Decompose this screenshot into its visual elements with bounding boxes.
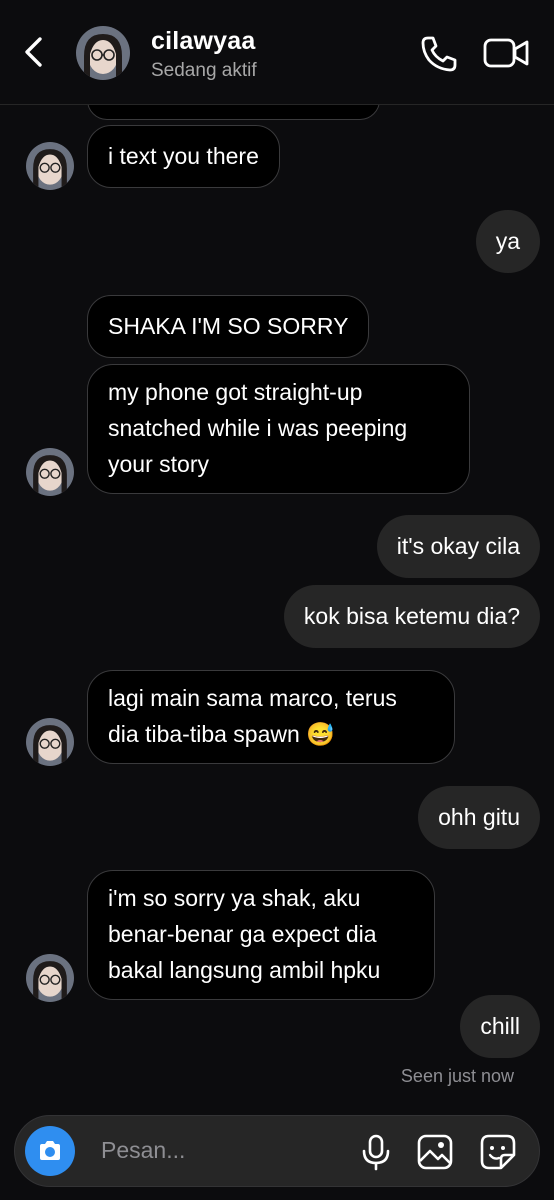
sender-avatar[interactable] bbox=[26, 718, 74, 766]
message-composer: Pesan... bbox=[14, 1115, 540, 1187]
message-line: i'm so sorry ya shak, aku bbox=[108, 885, 361, 911]
message-line: bakal langsung ambil hpku bbox=[108, 957, 381, 983]
contact-name[interactable]: cilawyaa bbox=[151, 27, 255, 56]
incoming-message[interactable]: lagi main sama marco, terus dia tiba-tib… bbox=[87, 670, 455, 764]
gallery-icon[interactable] bbox=[416, 1133, 454, 1171]
message-line: benar-benar ga expect dia bbox=[108, 921, 377, 947]
outgoing-message[interactable]: chill bbox=[460, 995, 540, 1058]
outgoing-message[interactable]: it's okay cila bbox=[376, 515, 540, 578]
incoming-message[interactable]: my phone got straight-up snatched while … bbox=[87, 364, 470, 494]
outgoing-message[interactable]: ohh gitu bbox=[418, 786, 540, 849]
chat-header: cilawyaa Sedang aktif bbox=[0, 0, 554, 105]
sender-avatar[interactable] bbox=[26, 448, 74, 496]
incoming-message[interactable]: i text you there bbox=[87, 125, 280, 188]
sender-avatar[interactable] bbox=[26, 954, 74, 1002]
incoming-message[interactable]: i'm so sorry ya shak, aku benar-benar ga… bbox=[87, 870, 435, 1000]
sender-avatar[interactable] bbox=[26, 142, 74, 190]
camera-icon bbox=[40, 1141, 60, 1160]
back-arrow-icon[interactable] bbox=[18, 34, 52, 70]
active-status: Sedang aktif bbox=[151, 60, 257, 81]
message-input[interactable]: Pesan... bbox=[101, 1137, 185, 1164]
outgoing-message[interactable]: ya bbox=[475, 210, 540, 273]
bottom-edge bbox=[0, 1194, 554, 1200]
message-line: dia tiba-tiba spawn 😅 bbox=[108, 721, 335, 747]
microphone-icon[interactable] bbox=[357, 1133, 395, 1171]
seen-status: Seen just now bbox=[400, 1066, 514, 1086]
video-call-icon[interactable] bbox=[482, 34, 530, 72]
message-line: my phone got straight-up bbox=[108, 379, 363, 405]
contact-avatar[interactable] bbox=[76, 26, 130, 80]
message-line: your story bbox=[108, 451, 209, 477]
incoming-message[interactable]: SHAKA I'M SO SORRY bbox=[87, 295, 370, 358]
camera-button[interactable] bbox=[25, 1126, 75, 1176]
outgoing-message[interactable]: kok bisa ketemu dia? bbox=[283, 585, 540, 648]
phone-call-icon[interactable] bbox=[419, 34, 459, 74]
sticker-icon[interactable] bbox=[479, 1133, 517, 1171]
message-line: snatched while i was peeping bbox=[108, 415, 408, 441]
message-line: lagi main sama marco, terus bbox=[108, 685, 397, 711]
